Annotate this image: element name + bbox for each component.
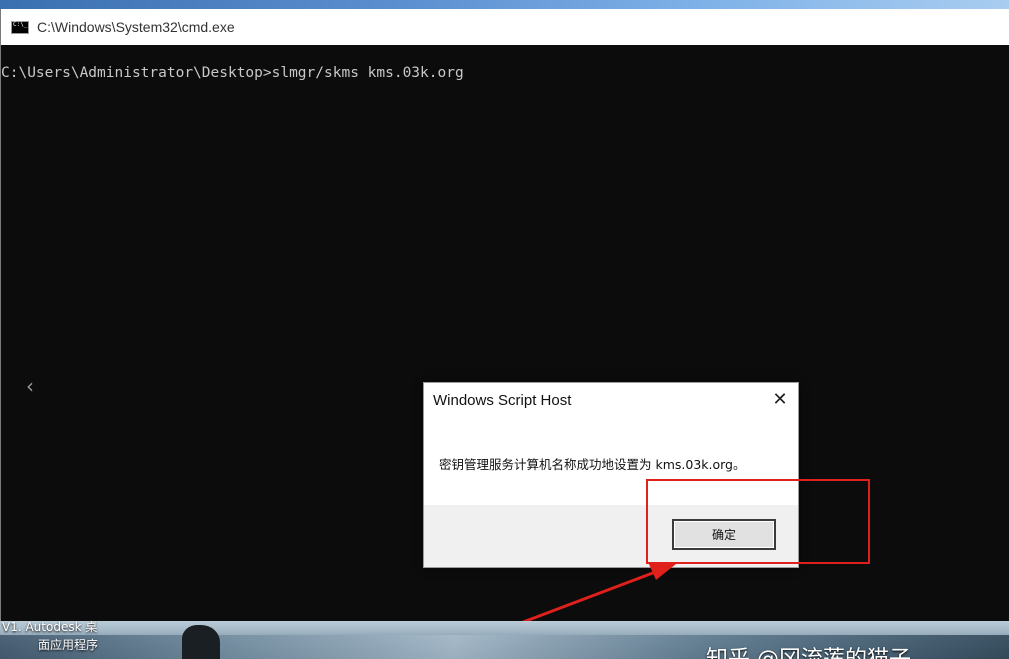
annotation-arrow-head: [648, 562, 676, 580]
rock-silhouette: [182, 625, 220, 659]
watermark: 知乎 @冈流莲的猫子: [706, 641, 911, 659]
desktop-icon-label-line2: 面应用程序: [38, 638, 99, 652]
desktop-background: V1. Autodesk 桌 面应用程序 知乎 @冈流莲的猫子: [0, 621, 1009, 659]
desktop-icon-label-line1: V1. Autodesk 桌: [2, 621, 98, 634]
desktop-icon-label[interactable]: V1. Autodesk 桌 面应用程序: [2, 621, 132, 654]
annotation-arrow: [451, 562, 676, 651]
